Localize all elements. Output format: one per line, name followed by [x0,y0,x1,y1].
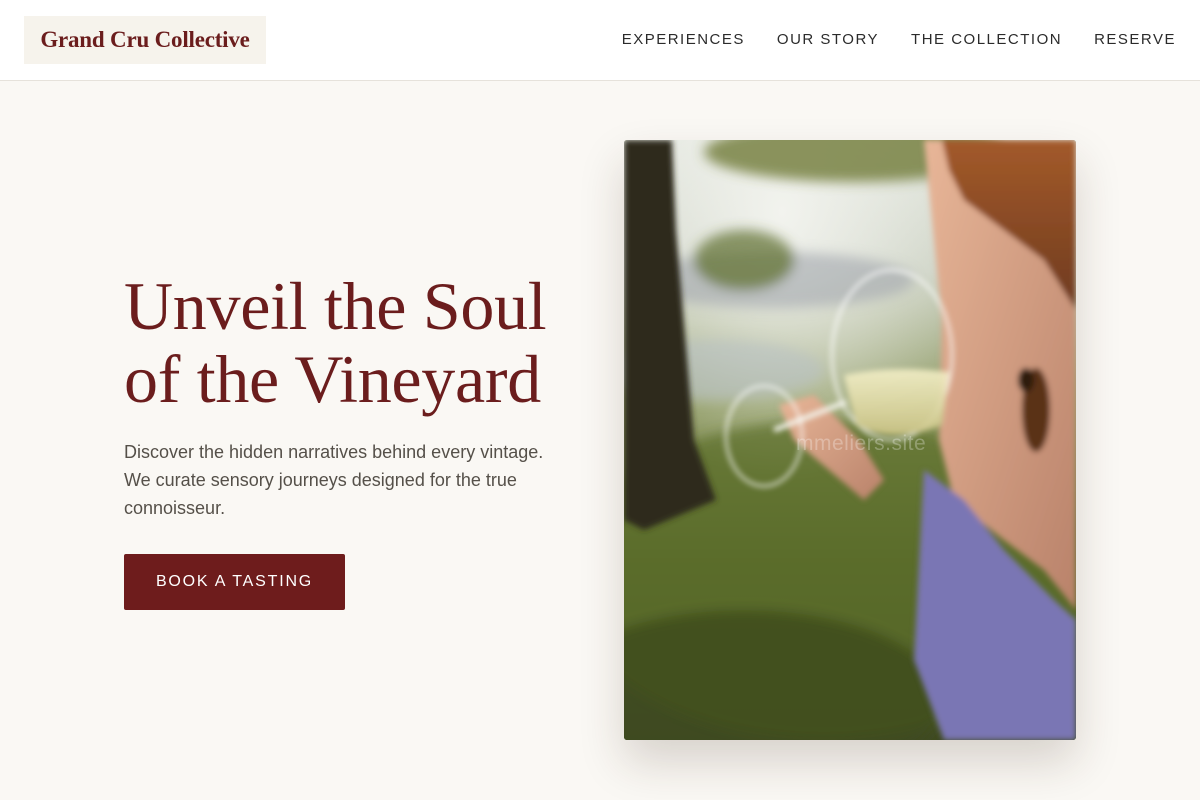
nav-item-reserve[interactable]: RESERVE [1094,31,1176,48]
nav-item-experiences[interactable]: EXPERIENCES [622,31,745,48]
brand-logo[interactable]: Grand Cru Collective [24,16,266,64]
main-nav: EXPERIENCES OUR STORY THE COLLECTION RES… [622,28,1176,50]
hero-image: mmeliers.site [624,140,1076,740]
hero-title: Unveil the Soul of the Vineyard [124,270,604,416]
hero-subtitle: Discover the hidden narratives behind ev… [124,442,544,518]
nav-item-the-collection[interactable]: THE COLLECTION [911,31,1062,48]
site-header: Grand Cru Collective EXPERIENCES OUR STO… [0,0,1200,81]
hero-title-line-1: Unveil the Soul [124,268,547,344]
book-tasting-button[interactable]: BOOK A TASTING [124,554,345,610]
image-watermark: mmeliers.site [796,432,927,455]
nav-item-our-story[interactable]: OUR STORY [777,31,879,48]
hero-title-line-2: of the Vineyard [124,341,541,417]
